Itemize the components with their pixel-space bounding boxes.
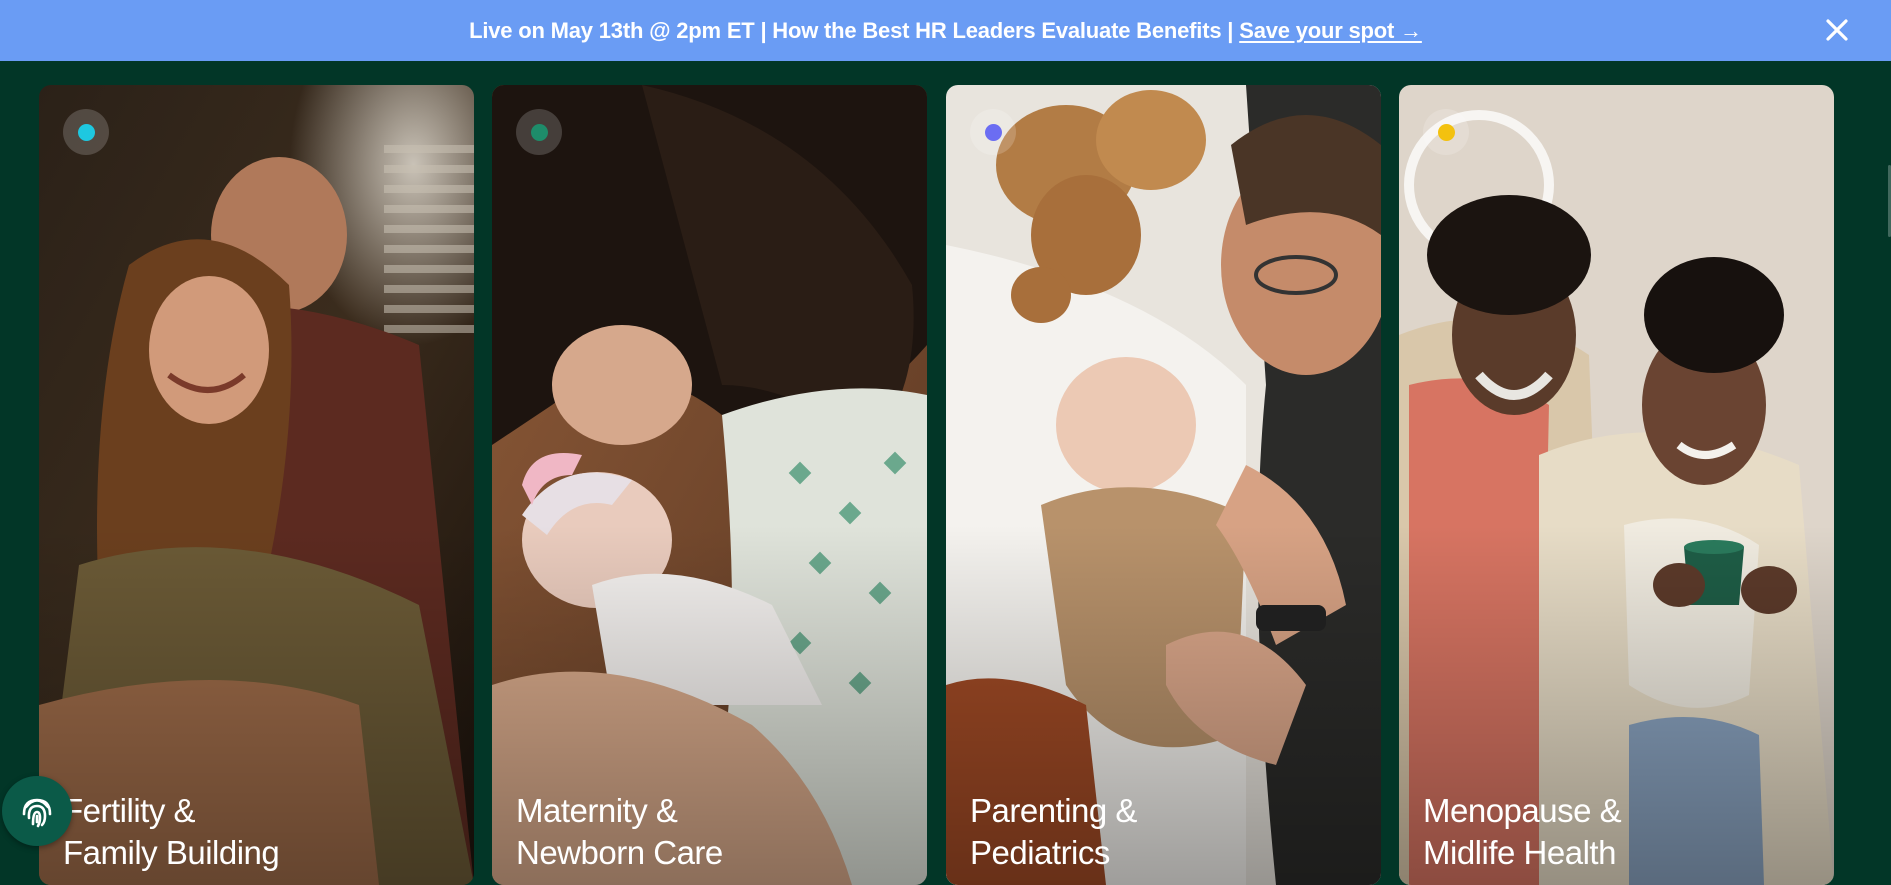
fingerprint-icon	[22, 798, 52, 828]
category-dot	[1437, 123, 1455, 141]
card-maternity-newborn-care[interactable]: Maternity & Newborn Care	[492, 85, 927, 885]
chat-launcher-button[interactable]	[2, 776, 72, 846]
announcement-banner: Live on May 13th @ 2pm ET | How the Best…	[0, 0, 1891, 61]
close-banner-button[interactable]	[1821, 14, 1853, 46]
card-parenting-pediatrics[interactable]: Parenting & Pediatrics	[946, 85, 1381, 885]
card-menopause-midlife-health[interactable]: Menopause & Midlife Health	[1399, 85, 1834, 885]
category-indicator	[63, 109, 109, 155]
close-icon	[1826, 19, 1848, 41]
save-your-spot-link[interactable]: Save your spot →	[1239, 18, 1422, 44]
services-section: Fertility & Family Building Maternity & …	[0, 61, 1891, 885]
category-dot	[77, 123, 95, 141]
card-title: Parenting & Pediatrics	[970, 792, 1137, 871]
category-dot	[984, 123, 1002, 141]
category-indicator	[1423, 109, 1469, 155]
card-title: Menopause & Midlife Health	[1423, 792, 1622, 871]
card-title: Maternity & Newborn Care	[516, 792, 723, 871]
banner-text: Live on May 13th @ 2pm ET | How the Best…	[469, 17, 1234, 43]
card-fertility-family-building[interactable]: Fertility & Family Building	[39, 85, 474, 885]
category-dot	[530, 123, 548, 141]
category-indicator	[516, 109, 562, 155]
card-title: Fertility & Family Building	[63, 792, 280, 871]
category-indicator	[970, 109, 1016, 155]
